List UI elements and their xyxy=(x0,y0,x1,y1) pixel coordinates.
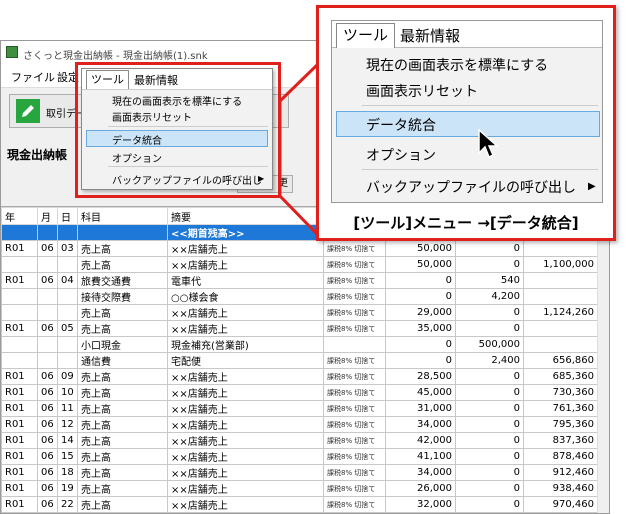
zoom-item-reset-view[interactable]: 画面表示リセット xyxy=(366,81,478,101)
zoom-item-load-backup[interactable]: バックアップファイルの呼び出し xyxy=(366,177,576,197)
tab-news-zoomed[interactable]: 最新情報 xyxy=(400,25,460,46)
tools-menu-zoomed-header: ツール 最新情報 xyxy=(332,21,602,48)
zoom-submenu-arrow-icon: ▶ xyxy=(588,181,596,192)
zoom-item-options[interactable]: オプション xyxy=(366,145,436,165)
tab-tools-zoomed[interactable]: ツール xyxy=(336,23,396,48)
mouse-cursor-icon xyxy=(478,129,498,159)
tools-menu-zoomed: ツール 最新情報 現在の画面表示を標準にする 画面表示リセット データ統合 オプ… xyxy=(331,20,603,203)
zoom-item-set-default-view[interactable]: 現在の画面表示を標準にする xyxy=(366,55,548,75)
zoom-callout: ツール 最新情報 現在の画面表示を標準にする 画面表示リセット データ統合 オプ… xyxy=(316,5,616,241)
callout-caption: [ツール]メニュー →[データ統合] xyxy=(353,214,579,232)
zoom-item-data-merge[interactable]: データ統合 xyxy=(366,115,436,135)
